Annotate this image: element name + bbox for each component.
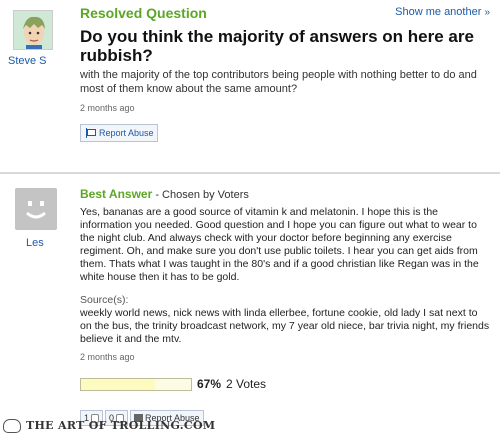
question-title: Do you think the majority of answers on … [80,27,474,65]
show-another-link[interactable]: Show me another » [395,6,490,18]
vote-rating-bar [80,378,192,391]
sources-label: Source(s): [80,294,129,306]
chevron-right-icon: » [484,7,490,18]
question-timestamp: 2 months ago [80,103,135,113]
question-report-abuse-button[interactable]: Report Abuse [80,124,158,142]
flag-icon [85,128,96,138]
show-another-label: Show me another [395,6,482,18]
trollface-logo-icon [3,419,21,433]
question-section: Steve S Resolved Question Show me anothe… [0,0,500,172]
best-answer-label: Best Answer [80,187,153,201]
section-divider [0,172,500,174]
answerer-avatar[interactable] [15,188,57,230]
answer-body: Yes, bananas are a good source of vitami… [80,206,479,283]
asker-name[interactable]: Steve S [8,55,47,67]
answerer-name[interactable]: Les [26,237,44,249]
watermark-text: THE ART OF TROLLING.COM [26,419,216,432]
question-body: with the majority of the top contributor… [80,69,477,95]
asker-avatar[interactable] [13,10,53,50]
chosen-by-label: - Chosen by Voters [155,189,249,201]
vote-count: 2 Votes [226,377,267,391]
vote-rating-fill [81,379,155,390]
watermark: THE ART OF TROLLING.COM [0,418,250,434]
vote-percentage: 67% [197,377,222,391]
report-abuse-label: Report Abuse [99,128,154,138]
sources-text: weekly world news, nick news with linda … [80,307,490,345]
answer-timestamp: 2 months ago [80,352,135,362]
best-answer-heading: Best Answer - Chosen by Voters [80,187,249,201]
resolved-question-heading: Resolved Question [80,5,207,21]
answer-sources: Source(s): weekly world news, nick news … [80,294,490,346]
